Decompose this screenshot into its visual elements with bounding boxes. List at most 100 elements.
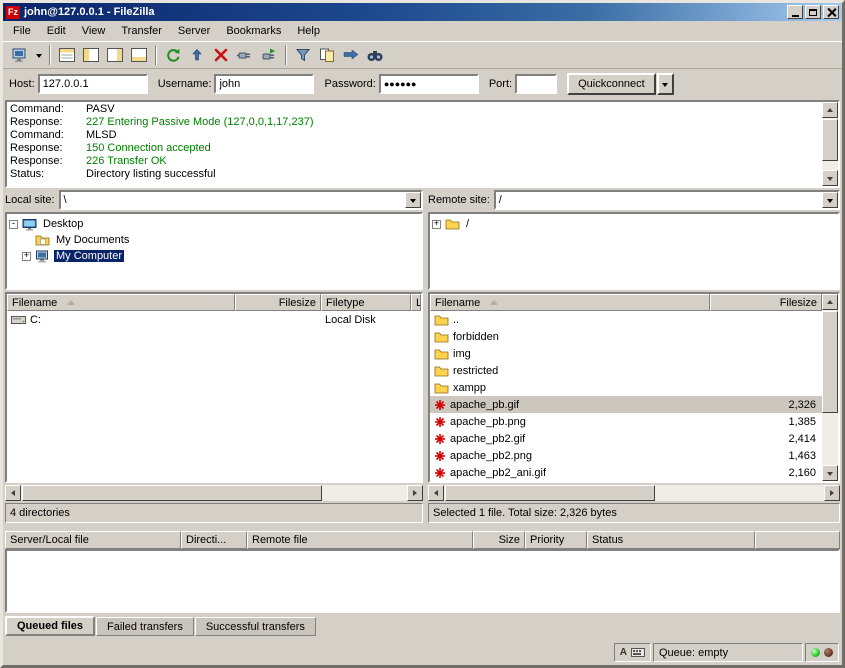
toggle-queue-button[interactable] — [127, 44, 151, 66]
site-manager-button[interactable] — [8, 44, 32, 66]
expand-expander[interactable]: + — [22, 252, 31, 261]
log-vertical-scrollbar[interactable] — [822, 102, 838, 186]
arrow-right-icon — [413, 490, 420, 496]
local-list-header: Filename Filesize Filetype L — [7, 294, 421, 311]
tab-successful-transfers[interactable]: Successful transfers — [195, 617, 316, 636]
minimize-button[interactable] — [787, 5, 803, 19]
remote-list-vertical-scrollbar[interactable] — [822, 294, 838, 481]
column-header-filetype[interactable]: Filetype — [321, 294, 411, 311]
column-header-status[interactable]: Status — [587, 531, 755, 549]
scroll-down-button[interactable] — [822, 465, 838, 481]
toolbar-separator — [285, 45, 287, 65]
password-input[interactable] — [379, 74, 479, 94]
sync-browse-button[interactable] — [339, 44, 363, 66]
remote-file-row[interactable]: forbidden — [430, 328, 822, 345]
process-queue-button[interactable] — [185, 44, 209, 66]
find-button[interactable] — [363, 44, 387, 66]
remote-horizontal-scrollbar[interactable] — [428, 485, 840, 501]
port-input[interactable] — [515, 74, 557, 94]
remote-site-combobox[interactable]: / — [494, 190, 840, 210]
scroll-up-button[interactable] — [822, 294, 838, 310]
connection-leds-cell — [805, 643, 839, 662]
collapse-expander[interactable]: - — [9, 220, 18, 229]
username-input[interactable] — [214, 74, 314, 94]
tree-item-root[interactable]: + / — [432, 216, 836, 232]
scroll-left-button[interactable] — [5, 485, 21, 501]
column-header-priority[interactable]: Priority — [525, 531, 587, 549]
menu-edit[interactable]: Edit — [39, 22, 74, 40]
maximize-button[interactable] — [805, 5, 821, 19]
host-input[interactable] — [38, 74, 148, 94]
column-header-size[interactable]: Size — [473, 531, 525, 549]
file-size: 2,326 — [710, 399, 822, 411]
log-line: Status:Directory listing successful — [10, 168, 819, 181]
disconnect-button[interactable] — [233, 44, 257, 66]
scrollbar-thumb[interactable] — [822, 311, 838, 413]
column-header-filename[interactable]: Filename — [430, 294, 710, 311]
local-horizontal-scrollbar[interactable] — [5, 485, 423, 501]
scroll-up-button[interactable] — [822, 102, 838, 118]
cancel-button[interactable] — [209, 44, 233, 66]
scroll-right-button[interactable] — [407, 485, 423, 501]
local-site-dropdown-button[interactable] — [405, 192, 421, 208]
process-queue-icon — [188, 47, 206, 63]
tree-item-desktop[interactable]: - Desktop — [9, 216, 419, 232]
expand-expander[interactable]: + — [432, 220, 441, 229]
menu-bookmarks[interactable]: Bookmarks — [218, 22, 289, 40]
remote-file-row[interactable]: img — [430, 345, 822, 362]
site-manager-dropdown-button[interactable] — [32, 44, 45, 66]
remote-file-row[interactable]: .. — [430, 311, 822, 328]
remote-file-row[interactable]: apache_pb2.gif 2,414 — [430, 430, 822, 447]
tab-failed-transfers[interactable]: Failed transfers — [96, 617, 194, 636]
local-directory-tree: - Desktop My Documents + My Computer — [5, 212, 423, 290]
toggle-local-tree-button[interactable] — [79, 44, 103, 66]
column-header-lastmodified[interactable]: L — [411, 294, 421, 311]
tab-queued-files[interactable]: Queued files — [5, 616, 95, 636]
local-site-value: \ — [61, 192, 405, 208]
menu-view[interactable]: View — [74, 22, 114, 40]
column-header-filename[interactable]: Filename — [7, 294, 235, 311]
column-header-remote-file[interactable]: Remote file — [247, 531, 473, 549]
local-file-row[interactable]: C: Local Disk — [7, 311, 421, 328]
menu-transfer[interactable]: Transfer — [113, 22, 170, 40]
scroll-right-button[interactable] — [824, 485, 840, 501]
refresh-button[interactable] — [161, 44, 185, 66]
menu-file[interactable]: File — [5, 22, 39, 40]
image-file-icon — [434, 467, 446, 479]
scrollbar-thumb[interactable] — [445, 485, 655, 501]
scroll-down-button[interactable] — [822, 170, 838, 186]
queue-list-area[interactable] — [5, 549, 840, 613]
filter-button[interactable] — [291, 44, 315, 66]
remote-file-row-selected[interactable]: apache_pb.gif 2,326 — [430, 396, 822, 413]
compare-icon — [318, 47, 336, 63]
file-name: forbidden — [453, 331, 499, 343]
local-site-combobox[interactable]: \ — [59, 190, 423, 210]
tree-item-my-documents[interactable]: My Documents — [22, 232, 419, 248]
menu-help[interactable]: Help — [289, 22, 328, 40]
quickconnect-button[interactable]: Quickconnect — [567, 73, 656, 95]
remote-file-row[interactable]: apache_pb2.png 1,463 — [430, 447, 822, 464]
toggle-remote-tree-button[interactable] — [103, 44, 127, 66]
scroll-left-button[interactable] — [428, 485, 444, 501]
column-header-direction[interactable]: Directi... — [181, 531, 247, 549]
menu-server[interactable]: Server — [170, 22, 218, 40]
scrollbar-thumb[interactable] — [22, 485, 322, 501]
close-button[interactable] — [823, 5, 839, 19]
column-header-filesize[interactable]: Filesize — [710, 294, 822, 311]
compare-button[interactable] — [315, 44, 339, 66]
remote-file-row[interactable]: xampp — [430, 379, 822, 396]
toolbar-separator — [155, 45, 157, 65]
reconnect-button[interactable] — [257, 44, 281, 66]
scrollbar-thumb[interactable] — [822, 119, 838, 161]
toggle-message-log-button[interactable] — [55, 44, 79, 66]
remote-file-row[interactable]: apache_pb2_ani.gif 2,160 — [430, 464, 822, 481]
title-bar[interactable]: Fz john@127.0.0.1 - FileZilla — [3, 3, 842, 21]
column-header-filesize[interactable]: Filesize — [235, 294, 321, 311]
quickconnect-dropdown-button[interactable] — [657, 73, 674, 95]
remote-site-dropdown-button[interactable] — [822, 192, 838, 208]
remote-file-row[interactable]: restricted — [430, 362, 822, 379]
minimize-icon — [792, 15, 799, 17]
column-header-server-local-file[interactable]: Server/Local file — [5, 531, 181, 549]
tree-item-my-computer[interactable]: + My Computer — [22, 248, 419, 264]
remote-file-row[interactable]: apache_pb.png 1,385 — [430, 413, 822, 430]
